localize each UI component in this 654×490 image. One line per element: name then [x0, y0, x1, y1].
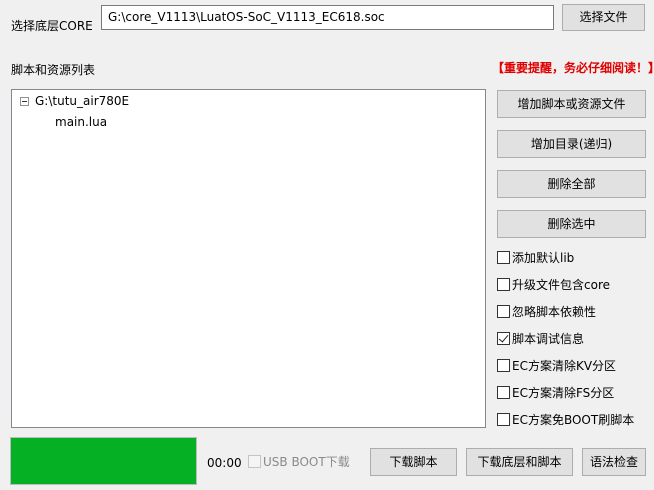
tree-folder-node[interactable]: G:\tutu_air780E: [35, 93, 129, 109]
tree-file-node[interactable]: main.lua: [55, 114, 107, 130]
checkbox-icon[interactable]: [497, 251, 510, 264]
delete-all-button[interactable]: 删除全部: [497, 170, 646, 198]
syntax-check-button[interactable]: 语法检查: [582, 448, 646, 476]
core-label: 选择底层CORE: [11, 19, 93, 33]
luatools-project-window: 选择底层CORE G:\core_V1113\LuatOS-SoC_V1113_…: [0, 0, 654, 490]
delete-selected-button[interactable]: 删除选中: [497, 210, 646, 238]
option-label: EC方案清除KV分区: [512, 359, 617, 373]
option-label: 忽略脚本依赖性: [512, 305, 597, 319]
checkbox-icon: [248, 455, 261, 468]
add-files-button[interactable]: 增加脚本或资源文件: [497, 90, 646, 118]
important-warning-link[interactable]: 【重要提醒，务必仔细阅读！】: [492, 60, 654, 76]
elapsed-time: 00:00: [207, 456, 242, 470]
download-core-and-script-button[interactable]: 下载底层和脚本: [466, 448, 573, 476]
collapse-icon[interactable]: [20, 97, 29, 106]
download-script-button[interactable]: 下载脚本: [370, 448, 457, 476]
option-label: EC方案免BOOT刷脚本: [512, 413, 635, 427]
option-label: EC方案清除FS分区: [512, 386, 615, 400]
core-path-input[interactable]: G:\core_V1113\LuatOS-SoC_V1113_EC618.soc: [101, 5, 554, 30]
checkbox-icon[interactable]: [497, 386, 510, 399]
checkbox-icon[interactable]: [497, 332, 510, 345]
checkbox-icon[interactable]: [497, 278, 510, 291]
checkbox-icon[interactable]: [497, 413, 510, 426]
option-label: 添加默认lib: [512, 251, 575, 265]
option-label: 升级文件包含core: [512, 278, 610, 292]
scripts-label: 脚本和资源列表: [11, 63, 96, 77]
add-directory-button[interactable]: 增加目录(递归): [497, 130, 646, 158]
usb-boot-label: USB BOOT下载: [263, 455, 350, 469]
choose-core-button[interactable]: 选择文件: [562, 4, 645, 31]
progress-fill: [11, 438, 196, 484]
download-progress-bar: [10, 437, 197, 485]
checkbox-icon[interactable]: [497, 359, 510, 372]
script-tree[interactable]: G:\tutu_air780E main.lua: [11, 89, 486, 428]
option-label: 脚本调试信息: [512, 332, 585, 346]
checkbox-icon[interactable]: [497, 305, 510, 318]
